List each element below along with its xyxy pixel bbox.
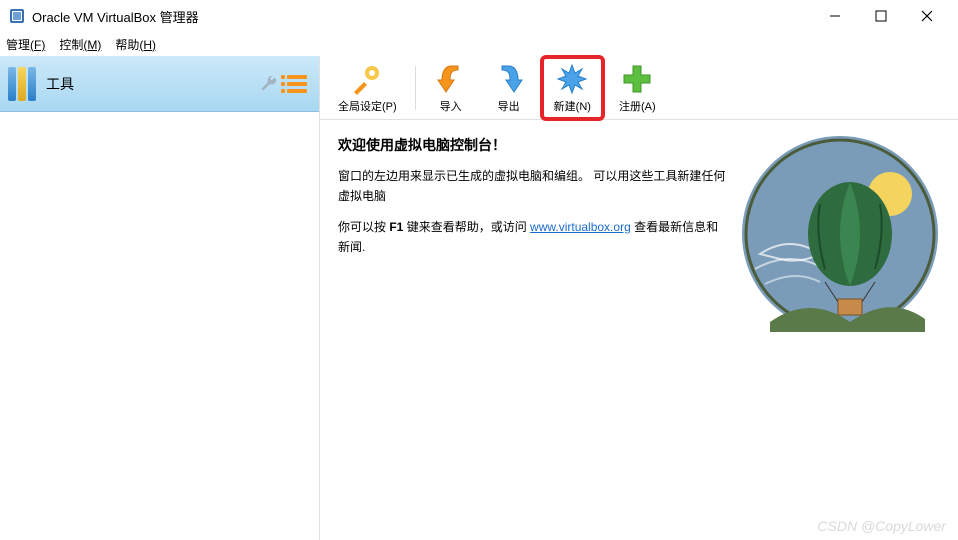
balloon-illustration [740,134,940,334]
sidebar: 工具 [0,56,320,540]
menu-file[interactable]: 管理(F) [6,36,45,53]
new-button[interactable]: 新建(N) [544,59,601,117]
welcome-panel: 欢迎使用虚拟电脑控制台！ 窗口的左边用来显示已生成的虚拟电脑和编组。 可以用这些… [320,120,958,348]
tools-icon [8,67,36,101]
settings-button[interactable]: 全局设定(P) [328,59,407,117]
import-button[interactable]: 导入 [424,59,478,117]
plus-icon [620,62,654,96]
content: 全局设定(P) 导入 导出 新建(N) [320,56,958,540]
close-button[interactable] [904,0,950,32]
minimize-button[interactable] [812,0,858,32]
welcome-p1: 窗口的左边用来显示已生成的虚拟电脑和编组。 可以用这些工具新建任何虚拟电脑 [338,166,730,207]
welcome-p2: 你可以按 F1 键来查看帮助，或访问 www.virtualbox.org 查看… [338,217,730,258]
welcome-heading: 欢迎使用虚拟电脑控制台！ [338,134,730,158]
new-button-highlight: 新建(N) [540,55,605,121]
toolbar: 全局设定(P) 导入 导出 新建(N) [320,56,958,120]
import-icon [434,62,468,96]
watermark: CSDN @CopyLower [817,518,946,534]
menu-control[interactable]: 控制(M) [59,36,101,53]
app-icon [8,7,26,25]
window-title: Oracle VM VirtualBox 管理器 [32,7,812,26]
menu-help[interactable]: 帮助(H) [115,36,156,53]
titlebar: Oracle VM VirtualBox 管理器 [0,0,958,32]
export-button[interactable]: 导出 [482,59,536,117]
wrench-gear-icon [350,62,384,96]
separator [415,66,416,110]
menubar: 管理(F) 控制(M) 帮助(H) [0,32,958,56]
wrench-icon[interactable] [257,73,279,95]
register-button[interactable]: 注册(A) [609,59,666,117]
tools-row[interactable]: 工具 [0,56,319,112]
export-icon [492,62,526,96]
list-icon[interactable] [287,75,307,93]
tools-label: 工具 [46,74,257,94]
starburst-icon [555,62,589,96]
virtualbox-link[interactable]: www.virtualbox.org [530,220,631,234]
maximize-button[interactable] [858,0,904,32]
